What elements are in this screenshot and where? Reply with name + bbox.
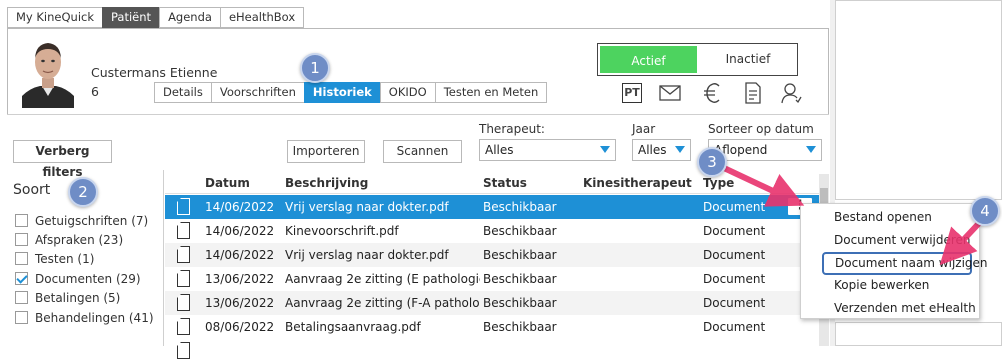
tab-historiek[interactable]: Historiek — [303, 82, 380, 103]
cell-date: 13/06/2022 — [205, 272, 275, 286]
checkbox-label: Afspraken (23) — [35, 233, 124, 247]
document-icon — [177, 270, 190, 287]
cell-status: Beschikbaar — [483, 272, 557, 286]
step-marker-1: 1 — [300, 53, 330, 83]
cell-description: Vrij verslag naar dokter.pdf — [285, 248, 449, 262]
step-marker-2: 2 — [68, 177, 98, 207]
cell-status: Beschikbaar — [483, 296, 557, 310]
cell-date: 08/06/2022 — [205, 320, 275, 334]
table-row[interactable] — [165, 339, 819, 359]
top-tab-bar: My KineQuick Patiënt Agenda eHealthBox — [7, 7, 305, 28]
cell-status: Beschikbaar — [483, 224, 557, 238]
menu-item-send-ehealth[interactable]: Verzenden met eHealth — [834, 301, 976, 315]
cell-date: 13/06/2022 — [205, 296, 275, 310]
tab-patient[interactable]: Patiënt — [102, 7, 160, 28]
cell-status: Beschikbaar — [483, 320, 557, 334]
cell-description: Aanvraag 2e zitting (F-A pathologie). — [285, 296, 480, 310]
document-icon — [177, 198, 190, 215]
divider — [7, 28, 829, 29]
tab-details[interactable]: Details — [154, 82, 211, 103]
cell-date: 14/06/2022 — [205, 200, 275, 214]
mail-icon[interactable] — [657, 80, 683, 106]
divider — [7, 114, 829, 115]
checkbox-getuigschriften[interactable] — [15, 214, 28, 227]
tab-agenda[interactable]: Agenda — [159, 7, 220, 28]
document-icon — [177, 342, 190, 359]
checkbox-label: Betalingen (5) — [35, 291, 121, 305]
tab-testen-en-meten[interactable]: Testen en Meten — [434, 82, 548, 103]
tab-voorschriften[interactable]: Voorschriften — [210, 82, 304, 103]
pt-icon-label: PT — [622, 83, 642, 103]
divider — [828, 28, 829, 115]
therapist-select-value: Alles — [485, 143, 514, 157]
import-button[interactable]: Importeren — [287, 140, 365, 163]
table-row[interactable]: 08/06/2022 Betalingsaanvraag.pdf Beschik… — [165, 315, 819, 339]
cell-description: Betalingsaanvraag.pdf — [285, 320, 421, 334]
checkbox-testen[interactable] — [15, 252, 28, 265]
tab-ehealthbox[interactable]: eHealthBox — [219, 7, 305, 28]
patient-name: Custermans Etienne — [91, 65, 218, 80]
tab-my-kinequick[interactable]: My KineQuick — [7, 7, 103, 28]
therapist-label: Therapeut: — [479, 122, 545, 136]
step-marker-4: 4 — [970, 196, 1000, 226]
checkbox-label: Testen (1) — [35, 252, 95, 266]
checkbox-documenten[interactable] — [15, 272, 28, 285]
step-marker-3: 3 — [697, 147, 727, 177]
checkbox-label: Behandelingen (41) — [35, 311, 154, 325]
cell-description: Vrij verslag naar dokter.pdf — [285, 200, 449, 214]
cell-date: 14/06/2022 — [205, 248, 275, 262]
chevron-down-icon — [600, 146, 610, 153]
cell-type: Document — [703, 320, 766, 334]
checkbox-afspraken[interactable] — [15, 233, 28, 246]
cell-description: Aanvraag 2e zitting (E pathologie).pc — [285, 272, 480, 286]
chevron-down-icon — [675, 146, 685, 153]
cell-description: Kinevoorschrift.pdf — [285, 224, 399, 238]
cell-status: Beschikbaar — [483, 200, 557, 214]
cell-date: 14/06/2022 — [205, 224, 275, 238]
year-label: Jaar — [632, 122, 656, 136]
column-header-beschrijving[interactable]: Beschrijving — [285, 176, 368, 190]
patient-avatar — [22, 38, 74, 108]
document-icon — [177, 246, 190, 263]
sort-label: Sorteer op datum — [708, 122, 814, 136]
menu-item-edit-copy[interactable]: Kopie bewerken — [834, 278, 929, 292]
euro-icon[interactable] — [700, 80, 726, 106]
pt-icon[interactable]: PT — [619, 80, 645, 106]
type-filter-title: Soort — [13, 182, 51, 198]
document-list-icon[interactable] — [740, 80, 766, 106]
side-panel-footer — [835, 322, 1002, 346]
year-select[interactable]: Alles — [632, 139, 691, 161]
active-toggle-button[interactable]: Actief — [598, 44, 699, 75]
column-header-status[interactable]: Status — [483, 176, 527, 190]
column-header-kinesitherapeut[interactable]: Kinesitherapeut — [583, 176, 692, 190]
divider — [7, 28, 8, 115]
checkbox-label: Documenten (29) — [35, 272, 141, 286]
annotation-arrows — [721, 165, 985, 266]
column-header-datum[interactable]: Datum — [205, 176, 250, 190]
document-icon — [177, 318, 190, 335]
chevron-down-icon — [806, 146, 816, 153]
cell-status: Beschikbaar — [483, 248, 557, 262]
checkbox-label: Getuigschriften (7) — [35, 214, 149, 228]
inactive-toggle-button[interactable]: Inactief — [699, 44, 797, 75]
checkbox-behandelingen[interactable] — [15, 311, 28, 324]
user-icon[interactable] — [778, 80, 804, 106]
document-icon — [177, 294, 190, 311]
patient-sub-tabs: Details Voorschriften Historiek OKIDO Te… — [154, 82, 548, 103]
cell-type: Document — [703, 296, 766, 310]
status-toggle: Actief Inactief — [597, 43, 798, 76]
patient-number: 6 — [91, 84, 99, 99]
therapist-select[interactable]: Alles — [479, 139, 616, 161]
document-icon — [177, 222, 190, 239]
year-select-value: Alles — [638, 143, 667, 157]
table-row[interactable]: 13/06/2022 Aanvraag 2e zitting (F-A path… — [165, 291, 819, 315]
scan-button[interactable]: Scannen — [383, 140, 462, 163]
hide-filters-button[interactable]: Verberg filters — [13, 140, 112, 179]
checkbox-betalingen[interactable] — [15, 291, 28, 304]
tab-okido[interactable]: OKIDO — [379, 82, 435, 103]
